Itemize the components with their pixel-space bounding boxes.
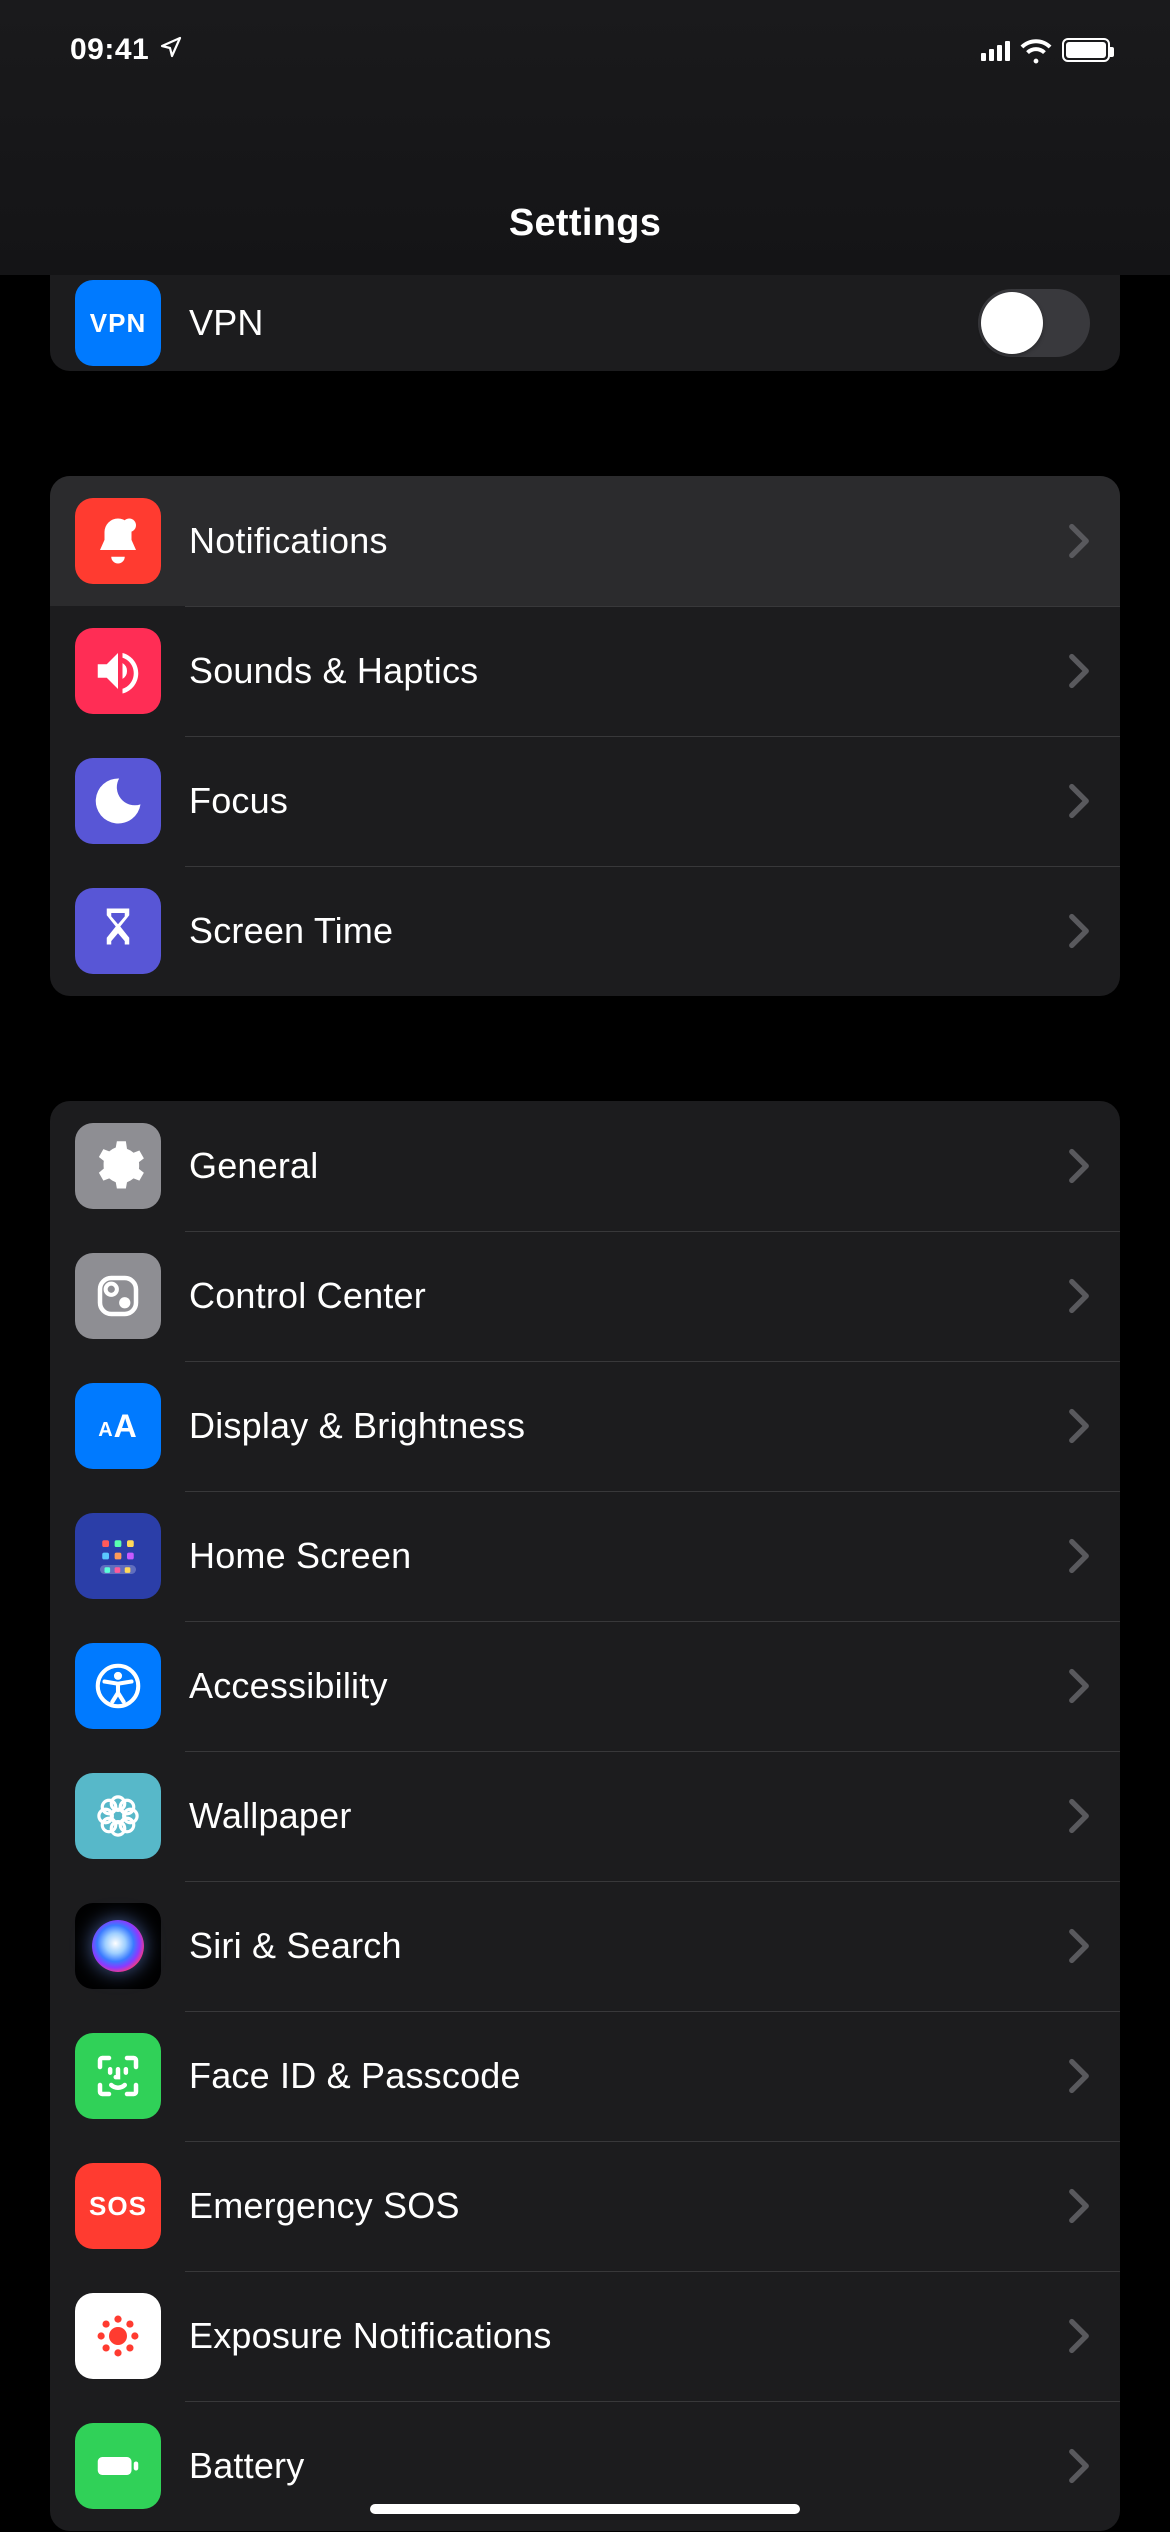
chevron-right-icon	[1068, 1928, 1090, 1964]
settings-row-vpn[interactable]: VPN VPN	[50, 275, 1120, 371]
chevron-right-icon	[1068, 1278, 1090, 1314]
settings-row-display[interactable]: AA Display & Brightness	[50, 1361, 1120, 1491]
vpn-toggle[interactable]	[978, 289, 1090, 357]
row-label: Exposure Notifications	[189, 2315, 1068, 2357]
wifi-icon	[1020, 34, 1052, 66]
settings-row-general[interactable]: General	[50, 1101, 1120, 1231]
row-label: General	[189, 1145, 1068, 1187]
settings-row-sos[interactable]: SOS Emergency SOS	[50, 2141, 1120, 2271]
chevron-right-icon	[1068, 2318, 1090, 2354]
settings-row-screentime[interactable]: Screen Time	[50, 866, 1120, 996]
settings-screen: 09:41 Settings VPN VPN	[0, 0, 1170, 2532]
row-label: Emergency SOS	[189, 2185, 1068, 2227]
row-label: Battery	[189, 2445, 1068, 2487]
chevron-right-icon	[1068, 1668, 1090, 1704]
sos-icon: SOS	[75, 2163, 161, 2249]
settings-group-notifications: Notifications Sounds & Haptics Focus	[50, 476, 1120, 996]
homescreen-icon	[75, 1513, 161, 1599]
chevron-right-icon	[1068, 913, 1090, 949]
status-left: 09:41	[70, 33, 183, 67]
settings-row-accessibility[interactable]: Accessibility	[50, 1621, 1120, 1751]
vpn-icon: VPN	[75, 280, 161, 366]
settings-row-homescreen[interactable]: Home Screen	[50, 1491, 1120, 1621]
row-label: Siri & Search	[189, 1925, 1068, 1967]
sounds-icon	[75, 628, 161, 714]
settings-row-notifications[interactable]: Notifications	[50, 476, 1120, 606]
row-label: Control Center	[189, 1275, 1068, 1317]
row-label: Face ID & Passcode	[189, 2055, 1068, 2097]
notifications-icon	[75, 498, 161, 584]
page-title: Settings	[509, 202, 661, 245]
focus-icon	[75, 758, 161, 844]
settings-group-connectivity: VPN VPN	[50, 275, 1120, 371]
chevron-right-icon	[1068, 523, 1090, 559]
home-indicator[interactable]	[370, 2504, 800, 2514]
status-time: 09:41	[70, 33, 149, 67]
chevron-right-icon	[1068, 2188, 1090, 2224]
screentime-icon	[75, 888, 161, 974]
settings-row-controlcenter[interactable]: Control Center	[50, 1231, 1120, 1361]
row-label: Focus	[189, 780, 1068, 822]
siri-icon	[75, 1903, 161, 1989]
chevron-right-icon	[1068, 1408, 1090, 1444]
wallpaper-icon	[75, 1773, 161, 1859]
row-label: Notifications	[189, 520, 1068, 562]
settings-group-general: General Control Center AA Display & Brig…	[50, 1101, 1120, 2531]
settings-row-siri[interactable]: Siri & Search	[50, 1881, 1120, 2011]
row-label: Home Screen	[189, 1535, 1068, 1577]
row-label: Screen Time	[189, 910, 1068, 952]
row-label: Sounds & Haptics	[189, 650, 1068, 692]
status-right	[981, 34, 1110, 66]
row-label: Accessibility	[189, 1665, 1068, 1707]
battery-icon	[1062, 38, 1110, 62]
chevron-right-icon	[1068, 2448, 1090, 2484]
settings-row-sounds[interactable]: Sounds & Haptics	[50, 606, 1120, 736]
content[interactable]: VPN VPN Notifications Sounds & Haptics	[0, 275, 1170, 2532]
general-icon	[75, 1123, 161, 1209]
row-label: Wallpaper	[189, 1795, 1068, 1837]
status-bar: 09:41	[0, 0, 1170, 100]
chevron-right-icon	[1068, 2058, 1090, 2094]
controlcenter-icon	[75, 1253, 161, 1339]
chevron-right-icon	[1068, 1538, 1090, 1574]
exposure-icon	[75, 2293, 161, 2379]
chevron-right-icon	[1068, 653, 1090, 689]
settings-row-wallpaper[interactable]: Wallpaper	[50, 1751, 1120, 1881]
settings-row-focus[interactable]: Focus	[50, 736, 1120, 866]
accessibility-icon	[75, 1643, 161, 1729]
settings-row-exposure[interactable]: Exposure Notifications	[50, 2271, 1120, 2401]
faceid-icon	[75, 2033, 161, 2119]
chevron-right-icon	[1068, 1148, 1090, 1184]
display-icon: AA	[75, 1383, 161, 1469]
cellular-icon	[981, 39, 1010, 61]
settings-row-faceid[interactable]: Face ID & Passcode	[50, 2011, 1120, 2141]
location-icon	[159, 33, 183, 67]
chevron-right-icon	[1068, 783, 1090, 819]
row-label: Display & Brightness	[189, 1405, 1068, 1447]
row-label: VPN	[189, 302, 978, 344]
chevron-right-icon	[1068, 1798, 1090, 1834]
battery-row-icon	[75, 2423, 161, 2509]
